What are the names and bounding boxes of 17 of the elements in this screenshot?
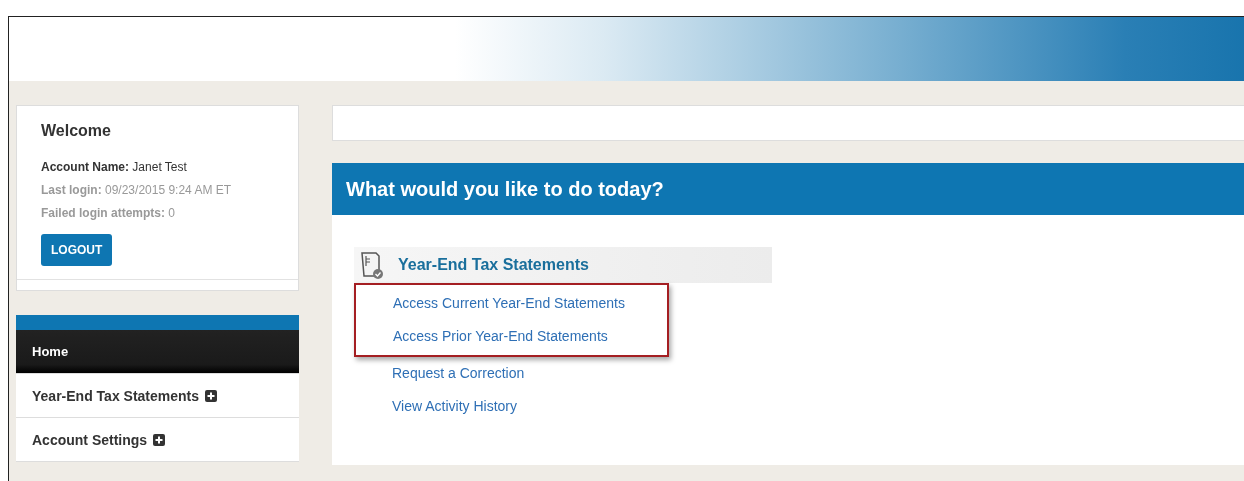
link[interactable]: Access Current Year-End Statements xyxy=(393,287,625,320)
logout-button[interactable]: LOGOUT xyxy=(41,234,113,266)
account-name: Account Name: Janet Test xyxy=(41,160,188,174)
banner-title: What would you like to do today? xyxy=(332,163,1244,215)
document-icon xyxy=(358,250,386,280)
link[interactable]: Access Prior Year-End Statements xyxy=(393,320,608,353)
plus-icon xyxy=(205,389,218,402)
section-title: Year-End Tax Statements xyxy=(398,256,589,274)
failed-login-attempts: Failed login attempts: 0 xyxy=(41,206,177,220)
plus-icon xyxy=(153,433,166,446)
nav-item[interactable]: Account Settings xyxy=(16,418,299,462)
welcome-title: Welcome xyxy=(41,122,112,140)
nav-item[interactable]: Home xyxy=(16,330,299,374)
last-login: Last login: 09/23/2015 9:24 AM ET xyxy=(41,183,233,197)
link[interactable]: Request a Correction xyxy=(392,357,525,390)
nav-item[interactable]: Year-End Tax Statements xyxy=(16,374,299,418)
link[interactable]: View Activity History xyxy=(392,390,517,423)
